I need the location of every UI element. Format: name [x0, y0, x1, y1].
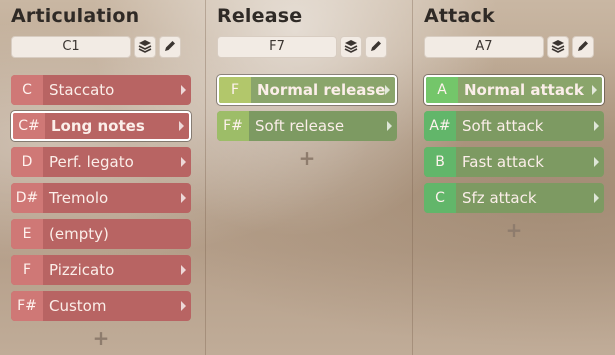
- slot-key: F#: [11, 291, 43, 321]
- slot-label: Soft attack: [462, 117, 544, 135]
- slot-label: (empty): [49, 225, 109, 243]
- articulation-key-field[interactable]: C1: [11, 36, 131, 58]
- slot-label: Custom: [49, 297, 107, 315]
- slot-label: Normal release: [257, 81, 386, 99]
- articulation-slot-pizzicato[interactable]: F Pizzicato: [11, 255, 191, 285]
- articulation-slot-perf-legato[interactable]: D Perf. legato: [11, 147, 191, 177]
- attack-slot-list: A Normal attack A# Soft attack B Fast at…: [424, 75, 604, 242]
- slot-label: Long notes: [51, 117, 145, 135]
- articulation-edit-button[interactable]: [159, 36, 181, 58]
- chevron-right-icon[interactable]: [594, 121, 599, 131]
- articulation-slot-empty[interactable]: E (empty): [11, 219, 191, 249]
- articulation-layers-button[interactable]: [134, 36, 156, 58]
- slot-key: A#: [424, 111, 456, 141]
- chevron-right-icon[interactable]: [594, 157, 599, 167]
- pencil-icon: [369, 38, 383, 57]
- chevron-right-icon[interactable]: [181, 301, 186, 311]
- attack-layers-button[interactable]: [547, 36, 569, 58]
- articulation-slot-tremolo[interactable]: D# Tremolo: [11, 183, 191, 213]
- slot-key: F#: [217, 111, 249, 141]
- release-edit-button[interactable]: [365, 36, 387, 58]
- layers-icon: [551, 38, 565, 57]
- chevron-right-icon[interactable]: [594, 193, 599, 203]
- attack-slot-fast-attack[interactable]: B Fast attack: [424, 147, 604, 177]
- attack-slot-sfz-attack[interactable]: C Sfz attack: [424, 183, 604, 213]
- release-slot-normal-release[interactable]: F Normal release: [217, 75, 397, 105]
- layers-icon: [344, 38, 358, 57]
- slot-key: D#: [11, 183, 43, 213]
- chevron-right-icon[interactable]: [179, 121, 184, 131]
- pencil-icon: [576, 38, 590, 57]
- attack-toolbar: A7: [424, 36, 594, 58]
- chevron-right-icon[interactable]: [592, 85, 597, 95]
- layers-icon: [138, 38, 152, 57]
- articulation-slot-long-notes[interactable]: C# Long notes: [11, 111, 191, 141]
- articulation-column: Articulation C1 C Staccato C# Long notes…: [0, 0, 204, 355]
- add-articulation-button[interactable]: +: [11, 326, 191, 350]
- release-slot-soft-release[interactable]: F# Soft release: [217, 111, 397, 141]
- chevron-right-icon[interactable]: [181, 265, 186, 275]
- release-heading: Release: [217, 5, 303, 27]
- attack-edit-button[interactable]: [572, 36, 594, 58]
- slot-key: C: [424, 183, 456, 213]
- attack-slot-normal-attack[interactable]: A Normal attack: [424, 75, 604, 105]
- add-attack-button[interactable]: +: [424, 218, 604, 242]
- chevron-right-icon[interactable]: [181, 85, 186, 95]
- chevron-right-icon[interactable]: [387, 121, 392, 131]
- slot-key: F: [219, 77, 251, 103]
- slot-key: A: [426, 77, 458, 103]
- release-key-field[interactable]: F7: [217, 36, 337, 58]
- slot-key: B: [424, 147, 456, 177]
- attack-slot-soft-attack[interactable]: A# Soft attack: [424, 111, 604, 141]
- slot-label: Fast attack: [462, 153, 544, 171]
- release-column: Release F7 F Normal release F# Soft rele…: [205, 0, 411, 355]
- release-slot-list: F Normal release F# Soft release +: [217, 75, 397, 170]
- pencil-icon: [163, 38, 177, 57]
- slot-label: Staccato: [49, 81, 115, 99]
- attack-column: Attack A7 A Normal attack A# Soft attack…: [412, 0, 615, 355]
- slot-label: Soft release: [255, 117, 345, 135]
- articulation-heading: Articulation: [11, 5, 140, 27]
- release-layers-button[interactable]: [340, 36, 362, 58]
- slot-key: C#: [13, 113, 45, 139]
- plus-icon: +: [298, 146, 316, 170]
- articulation-slot-custom[interactable]: F# Custom: [11, 291, 191, 321]
- articulation-toolbar: C1: [11, 36, 181, 58]
- slot-label: Pizzicato: [49, 261, 115, 279]
- plus-icon: +: [92, 326, 110, 350]
- slot-label: Normal attack: [464, 81, 584, 99]
- chevron-right-icon[interactable]: [181, 157, 186, 167]
- slot-label: Tremolo: [49, 189, 109, 207]
- slot-key: E: [11, 219, 43, 249]
- articulation-slot-staccato[interactable]: C Staccato: [11, 75, 191, 105]
- articulation-slot-list: C Staccato C# Long notes D Perf. legato …: [11, 75, 191, 350]
- slot-key: C: [11, 75, 43, 105]
- chevron-right-icon[interactable]: [181, 193, 186, 203]
- attack-key-field[interactable]: A7: [424, 36, 544, 58]
- slot-label: Sfz attack: [462, 189, 537, 207]
- chevron-right-icon[interactable]: [385, 85, 390, 95]
- release-toolbar: F7: [217, 36, 387, 58]
- slot-key: F: [11, 255, 43, 285]
- slot-label: Perf. legato: [49, 153, 134, 171]
- slot-key: D: [11, 147, 43, 177]
- plus-icon: +: [505, 218, 523, 242]
- add-release-button[interactable]: +: [217, 146, 397, 170]
- attack-heading: Attack: [424, 5, 495, 27]
